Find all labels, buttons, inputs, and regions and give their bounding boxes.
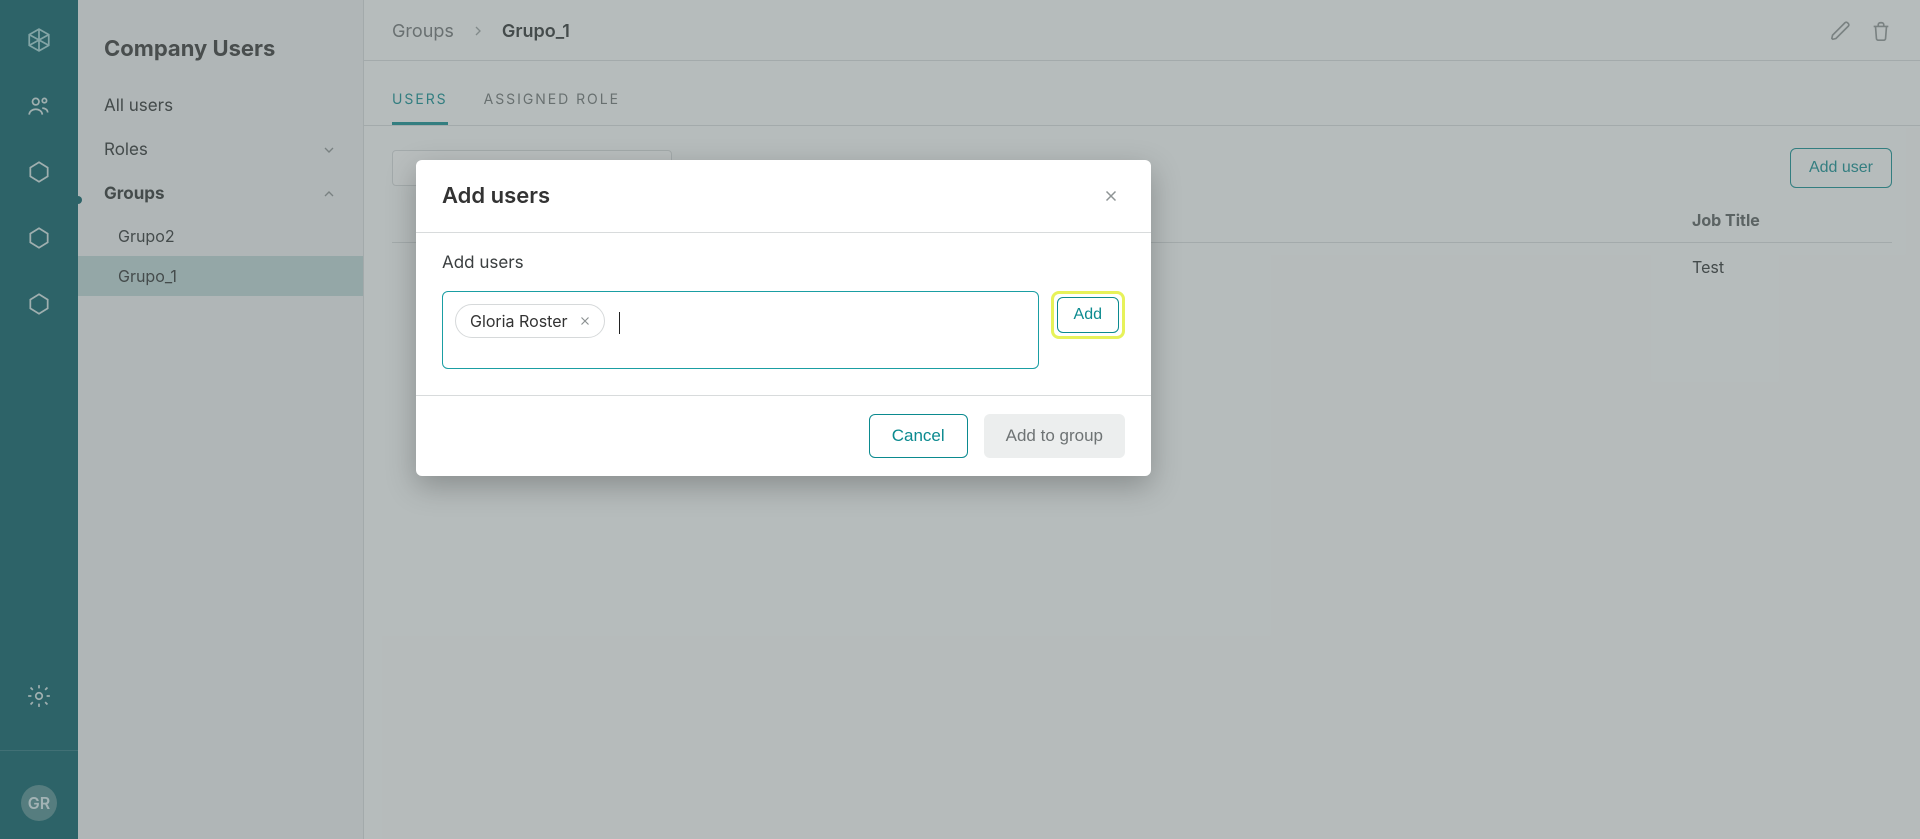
dialog-input-row: Gloria Roster Add — [442, 291, 1125, 369]
add-to-group-button[interactable]: Add to group — [984, 414, 1125, 458]
close-icon[interactable] — [1097, 182, 1125, 210]
add-button[interactable]: Add — [1057, 297, 1119, 333]
add-users-dialog: Add users Add users Gloria Roster — [416, 160, 1151, 476]
dialog-footer: Cancel Add to group — [416, 395, 1151, 476]
remove-chip-icon[interactable] — [578, 314, 592, 328]
user-chip-label: Gloria Roster — [470, 311, 568, 331]
dialog-title: Add users — [442, 183, 550, 209]
dialog-header: Add users — [416, 160, 1151, 233]
cancel-button[interactable]: Cancel — [869, 414, 968, 458]
app-root: { "rail": {"avatar_initials": "GR"}, "si… — [0, 0, 1920, 839]
users-input[interactable]: Gloria Roster — [442, 291, 1039, 369]
user-chip: Gloria Roster — [455, 304, 605, 338]
dialog-label: Add users — [442, 253, 1125, 273]
text-caret — [619, 312, 620, 334]
add-button-highlight: Add — [1051, 291, 1125, 339]
dialog-body: Add users Gloria Roster Add — [416, 233, 1151, 395]
